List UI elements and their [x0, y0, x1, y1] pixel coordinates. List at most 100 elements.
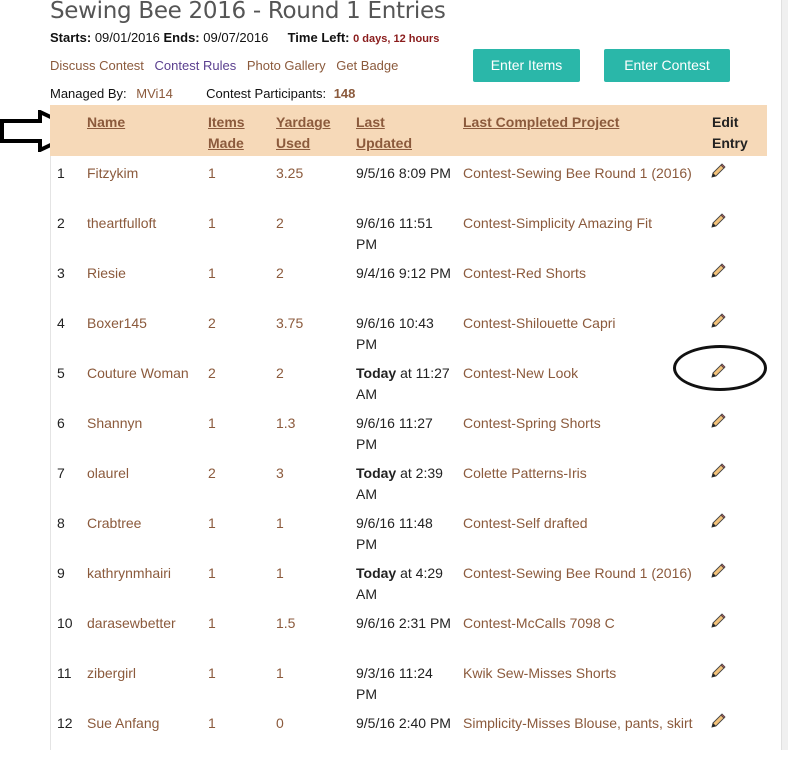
ends-value: 09/07/2016 — [203, 30, 269, 45]
participant-name-link[interactable]: Riesie — [87, 263, 197, 284]
name-column-header[interactable]: Name — [87, 112, 125, 133]
yardage-value[interactable]: 1 — [276, 563, 284, 584]
scrollbar[interactable] — [781, 0, 788, 750]
row-number: 11 — [57, 665, 72, 681]
last-updated-value: 9/6/16 11:51 PM — [356, 215, 433, 252]
row-number: 4 — [57, 315, 65, 331]
project-link[interactable]: Contest-Simplicity Amazing Fit — [463, 213, 703, 234]
yardage-value[interactable]: 3.75 — [276, 313, 303, 334]
edit-pencil-icon[interactable] — [709, 512, 729, 532]
row-number: 6 — [57, 415, 65, 431]
edit-pencil-icon[interactable] — [709, 162, 729, 182]
items-made-value[interactable]: 1 — [208, 263, 216, 284]
edit-pencil-icon[interactable] — [709, 662, 729, 682]
participants-label: Contest Participants: — [206, 86, 327, 101]
contest-nav: Discuss Contest Contest Rules Photo Gall… — [50, 58, 405, 73]
edit-pencil-icon[interactable] — [709, 612, 729, 632]
project-link[interactable]: Contest-Spring Shorts — [463, 413, 703, 434]
participant-name-link[interactable]: Boxer145 — [87, 313, 197, 334]
project-link[interactable]: Contest-New Look — [463, 363, 703, 384]
project-link[interactable]: Contest-Self drafted — [463, 513, 703, 534]
managed-by-label: Managed By: — [50, 86, 127, 101]
edit-pencil-icon[interactable] — [709, 262, 729, 282]
project-link[interactable]: Contest-Shilouette Capri — [463, 313, 703, 334]
participant-name-link[interactable]: kathrynmhairi — [87, 563, 197, 584]
project-link[interactable]: Colette Patterns-Iris — [463, 463, 703, 484]
circle-annotation — [673, 345, 767, 391]
row-number: 3 — [57, 265, 65, 281]
yardage-used-column-header[interactable]: Yardage Used — [276, 112, 330, 154]
participant-name-link[interactable]: zibergirl — [87, 663, 197, 684]
last-project-column-header[interactable]: Last Completed Project — [463, 112, 619, 133]
project-link[interactable]: Simplicity-Misses Blouse, pants, skirt — [463, 713, 703, 734]
contest-dates: Starts: 09/01/2016 Ends: 09/07/2016 Time… — [50, 30, 439, 45]
edit-pencil-icon[interactable] — [709, 562, 729, 582]
row-number: 9 — [57, 565, 65, 581]
items-made-value[interactable]: 2 — [208, 313, 216, 334]
participant-name-link[interactable]: darasewbetter — [87, 613, 197, 634]
yardage-value[interactable]: 2 — [276, 363, 284, 384]
last-updated-value: Today at 4:29 AM — [356, 565, 443, 602]
row-number: 7 — [57, 465, 65, 481]
enter-items-button[interactable]: Enter Items — [473, 49, 580, 82]
items-made-value[interactable]: 2 — [208, 363, 216, 384]
project-link[interactable]: Contest-Sewing Bee Round 1 (2016) — [463, 163, 703, 184]
last-updated-value: 9/5/16 2:40 PM — [356, 715, 451, 731]
items-made-value[interactable]: 1 — [208, 163, 216, 184]
items-made-value[interactable]: 1 — [208, 213, 216, 234]
project-link[interactable]: Contest-McCalls 7098 C — [463, 613, 703, 634]
last-updated-value: 9/3/16 11:24 PM — [356, 665, 433, 702]
last-updated-column-header[interactable]: Last Updated — [356, 112, 412, 154]
participant-name-link[interactable]: Fitzykim — [87, 163, 197, 184]
last-updated-value: 9/6/16 10:43 PM — [356, 315, 434, 352]
items-made-value[interactable]: 2 — [208, 463, 216, 484]
participants-count: 148 — [333, 86, 356, 101]
photo-gallery-link[interactable]: Photo Gallery — [247, 58, 326, 73]
project-link[interactable]: Contest-Sewing Bee Round 1 (2016) — [463, 563, 703, 584]
edit-pencil-icon[interactable] — [709, 312, 729, 332]
participant-name-link[interactable]: Couture Woman — [87, 363, 197, 384]
manager-link[interactable]: MVi14 — [136, 86, 173, 101]
edit-pencil-icon[interactable] — [709, 212, 729, 232]
table-row: 6 Shannyn 1 1.3 9/6/16 11:27 PM Contest-Sprin… — [50, 408, 767, 458]
yardage-value[interactable]: 1 — [276, 663, 284, 684]
items-made-value[interactable]: 1 — [208, 563, 216, 584]
last-updated-value: 9/4/16 9:12 PM — [356, 265, 451, 281]
yardage-value[interactable]: 2 — [276, 263, 284, 284]
row-number: 12 — [57, 715, 73, 731]
yardage-value[interactable]: 1.3 — [276, 413, 295, 434]
yardage-value[interactable]: 1.5 — [276, 613, 295, 634]
items-made-column-header[interactable]: Items Made — [208, 112, 245, 154]
edit-pencil-icon[interactable] — [709, 462, 729, 482]
project-link[interactable]: Contest-Red Shorts — [463, 263, 703, 284]
get-badge-link[interactable]: Get Badge — [336, 58, 398, 73]
edit-pencil-icon[interactable] — [709, 412, 729, 432]
yardage-value[interactable]: 3.25 — [276, 163, 303, 184]
yardage-value[interactable]: 2 — [276, 213, 284, 234]
participant-name-link[interactable]: Crabtree — [87, 513, 197, 534]
participant-name-link[interactable]: olaurel — [87, 463, 197, 484]
items-made-value[interactable]: 1 — [208, 613, 216, 634]
table-row: 2 theartfulloft 1 2 9/6/16 11:51 PM Contest-S… — [50, 208, 767, 258]
discuss-contest-link[interactable]: Discuss Contest — [50, 58, 144, 73]
table-row: 9 kathrynmhairi 1 1 Today at 4:29 AM Contest-… — [50, 558, 767, 608]
participant-name-link[interactable]: theartfulloft — [87, 213, 197, 234]
yardage-value[interactable]: 0 — [276, 713, 284, 734]
items-made-value[interactable]: 1 — [208, 713, 216, 734]
edit-pencil-icon[interactable] — [709, 712, 729, 732]
row-number: 2 — [57, 215, 65, 231]
items-made-value[interactable]: 1 — [208, 413, 216, 434]
time-left-value: 0 days, 12 hours — [353, 33, 440, 45]
enter-contest-button[interactable]: Enter Contest — [604, 49, 730, 82]
yardage-value[interactable]: 3 — [276, 463, 284, 484]
participant-name-link[interactable]: Shannyn — [87, 413, 197, 434]
participant-name-link[interactable]: Sue Anfang — [87, 713, 197, 734]
yardage-value[interactable]: 1 — [276, 513, 284, 534]
last-updated-value: 9/5/16 8:09 PM — [356, 165, 451, 181]
items-made-value[interactable]: 1 — [208, 663, 216, 684]
table-row: 12 Sue Anfang 1 0 9/5/16 2:40 PM Simplicity-M… — [50, 708, 767, 758]
project-link[interactable]: Kwik Sew-Misses Shorts — [463, 663, 703, 684]
items-made-value[interactable]: 1 — [208, 513, 216, 534]
table-row: 5 Couture Woman 2 2 Today at 11:27 AM Contest… — [50, 358, 767, 408]
contest-rules-link[interactable]: Contest Rules — [155, 58, 237, 73]
